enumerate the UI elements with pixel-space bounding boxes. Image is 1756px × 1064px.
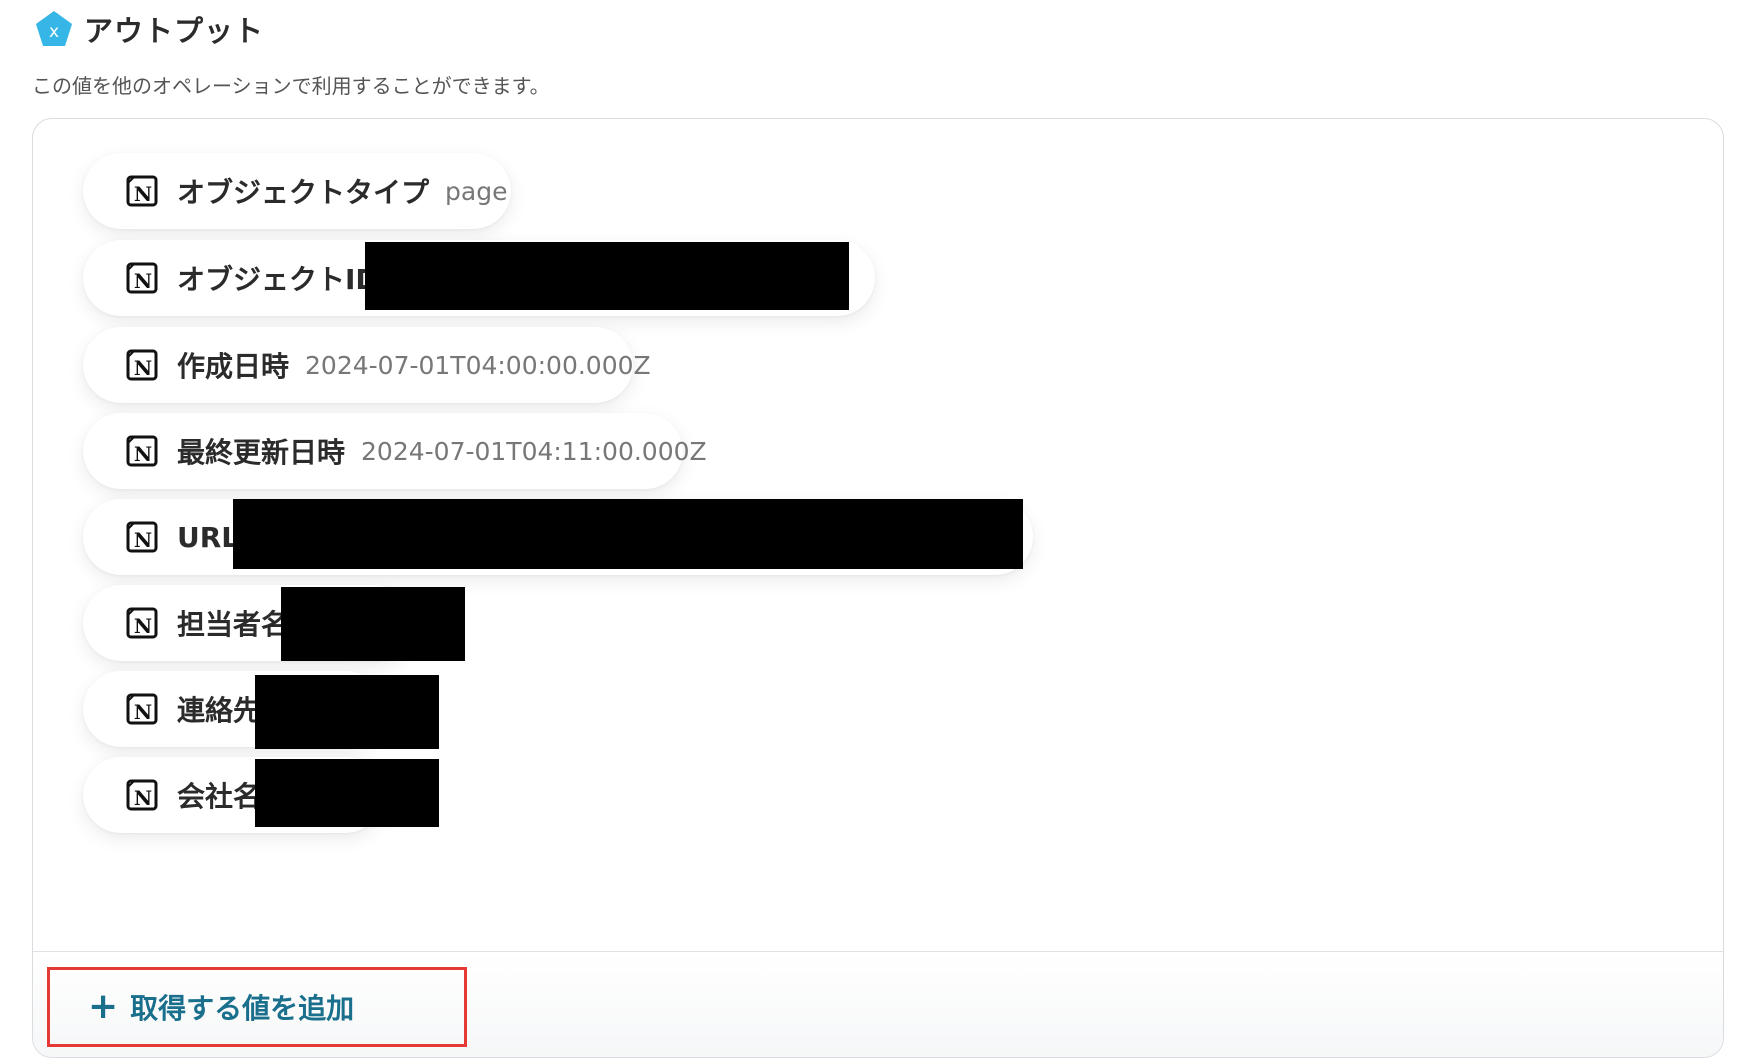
output-label: 担当者名 (177, 608, 290, 641)
notion-icon: N (126, 435, 158, 467)
section-description: この値を他のオペレーションで利用することができます。 (32, 74, 550, 98)
output-label: 会社名 (177, 780, 262, 813)
output-chip-url[interactable]: N URL (83, 499, 1033, 575)
notion-icon: N (126, 607, 158, 639)
output-label: 連絡先 (177, 694, 262, 727)
redacted-value (233, 499, 1023, 569)
svg-text:N: N (134, 356, 152, 380)
notion-icon: N (126, 693, 158, 725)
output-chip-object-type[interactable]: N オブジェクトタイプ page (83, 153, 511, 229)
notion-icon: N (126, 521, 158, 553)
section-title: アウトプット (84, 14, 265, 48)
svg-text:N: N (134, 528, 152, 552)
add-value-button[interactable]: + 取得する値を追加 (47, 967, 467, 1047)
output-label: 作成日時 (177, 350, 290, 383)
plus-icon: + (88, 986, 119, 1027)
redacted-value (281, 587, 465, 661)
divider (33, 951, 1723, 952)
svg-text:N: N (134, 442, 152, 466)
output-label: オブジェクトID (177, 263, 379, 296)
output-label: オブジェクトタイプ (177, 176, 430, 209)
redacted-value (255, 759, 439, 827)
output-value: page (445, 176, 508, 206)
svg-text:x: x (49, 22, 59, 42)
svg-text:N: N (134, 700, 152, 724)
output-value: 2024-07-01T04:11:00.000Z (361, 436, 707, 466)
variable-x-icon: x (34, 9, 74, 49)
output-chip-object-id[interactable]: N オブジェクトID (83, 240, 875, 316)
add-value-label: 取得する値を追加 (130, 992, 355, 1025)
notion-icon: N (126, 349, 158, 381)
output-chip-created-time[interactable]: N 作成日時 2024-07-01T04:00:00.000Z (83, 327, 651, 403)
notion-icon: N (126, 779, 158, 811)
redacted-value (255, 675, 439, 749)
output-chip-last-edited-time[interactable]: N 最終更新日時 2024-07-01T04:11:00.000Z (83, 413, 707, 489)
svg-text:N: N (134, 182, 152, 206)
output-label: 最終更新日時 (177, 436, 346, 469)
svg-text:N: N (134, 269, 152, 293)
output-label: URL (177, 520, 240, 554)
output-value: 2024-07-01T04:00:00.000Z (305, 350, 651, 380)
section-header: x アウトプット (34, 8, 264, 50)
notion-icon: N (126, 175, 158, 207)
output-chip-contact[interactable]: N 連絡先 (83, 671, 439, 749)
svg-text:N: N (134, 786, 152, 810)
svg-text:N: N (134, 614, 152, 638)
notion-icon: N (126, 262, 158, 294)
output-chip-contact-person[interactable]: N 担当者名 (83, 585, 465, 661)
output-panel: N オブジェクトタイプ page N オブジェクトID N 作成日時 2024-… (32, 118, 1724, 1058)
redacted-value (365, 242, 849, 310)
output-chip-company-name[interactable]: N 会社名 (83, 757, 439, 833)
